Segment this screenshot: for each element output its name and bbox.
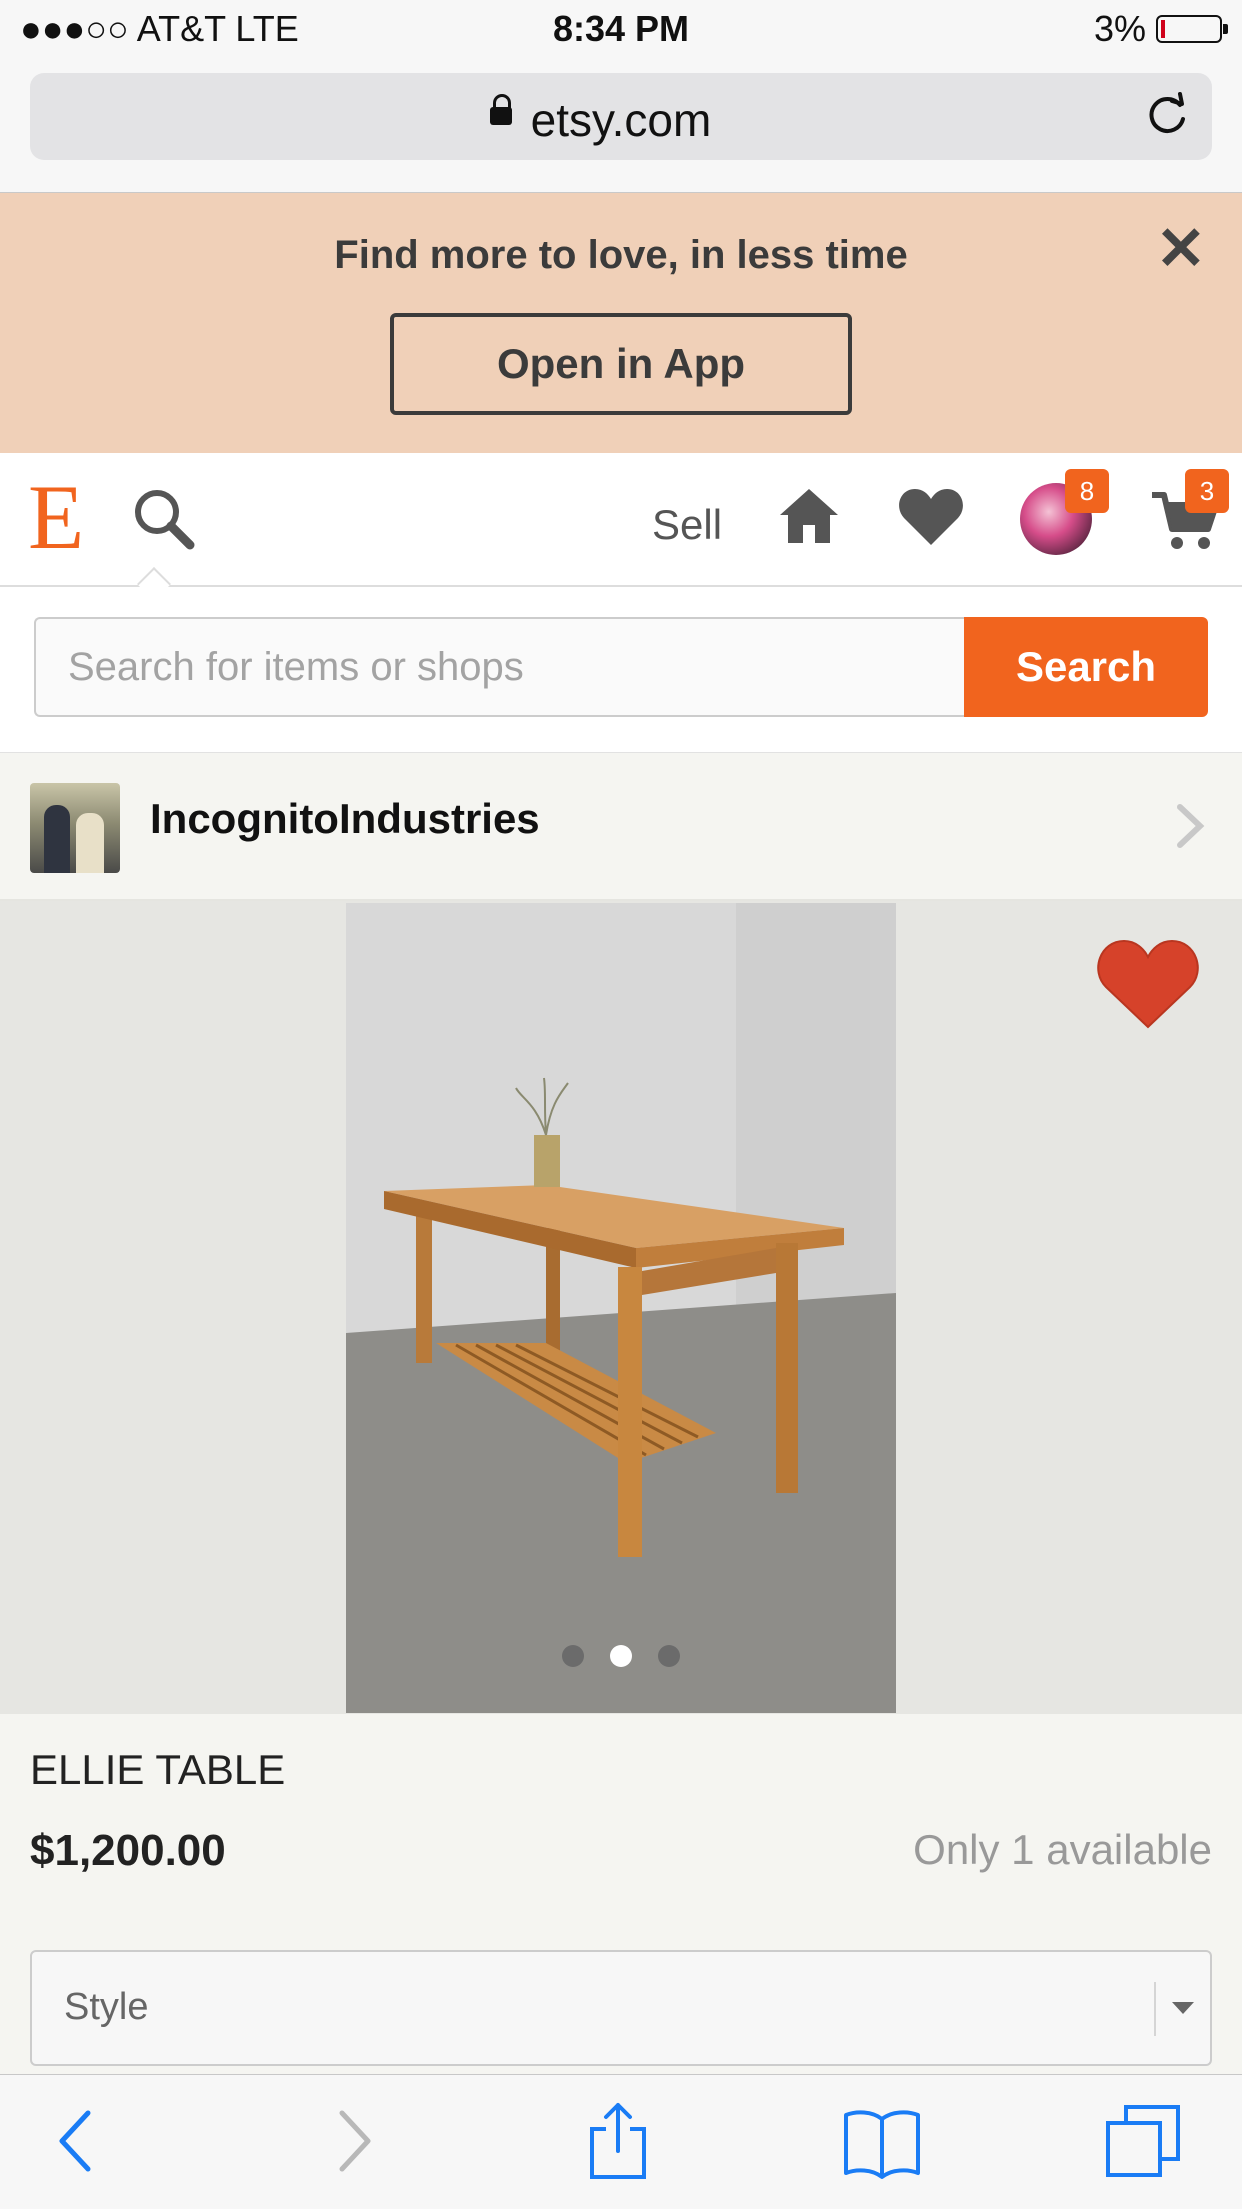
favorites-heart-icon[interactable] (896, 483, 966, 549)
cart-count-badge: 3 (1185, 469, 1229, 513)
search-icon[interactable] (130, 485, 200, 555)
search-input[interactable] (34, 617, 966, 717)
forward-icon[interactable] (314, 2101, 394, 2181)
etsy-logo[interactable]: E (28, 471, 84, 563)
favorite-heart-icon[interactable] (1096, 935, 1200, 1031)
chevron-right-icon (1177, 804, 1205, 848)
listing-photo[interactable] (346, 903, 896, 1713)
browser-toolbar (0, 2074, 1242, 2209)
home-icon[interactable] (776, 483, 842, 549)
url-text: etsy.com (530, 94, 712, 146)
tabs-icon[interactable] (1104, 2101, 1184, 2181)
shop-header[interactable]: IncognitoIndustries (0, 753, 1242, 901)
app-promo-banner: Find more to love, in less time ✕ Open i… (0, 193, 1242, 453)
gallery-pagination (0, 1645, 1242, 1667)
notification-badge: 8 (1065, 469, 1109, 513)
address-bar[interactable]: etsy.com (30, 73, 1212, 160)
site-header: E Sell 8 3 (0, 453, 1242, 601)
battery-percent: 3% (1093, 8, 1146, 49)
shop-name[interactable]: IncognitoIndustries (150, 795, 540, 843)
pagination-dot-active[interactable] (610, 1645, 632, 1667)
battery-indicator: 3% (1093, 8, 1228, 50)
status-bar: ●●●○○ AT&T LTE 8:34 PM 3% (0, 0, 1242, 62)
pagination-dot[interactable] (658, 1645, 680, 1667)
reload-icon[interactable] (1142, 89, 1192, 139)
listing-image-gallery (0, 901, 1242, 1714)
clock: 8:34 PM (552, 8, 690, 49)
listing-info: ELLIE TABLE $1,200.00 Only 1 available S… (0, 1714, 1242, 2074)
share-icon[interactable] (578, 2101, 658, 2181)
listing-title: ELLIE TABLE (30, 1746, 286, 1793)
open-in-app-button[interactable]: Open in App (390, 313, 852, 415)
back-icon[interactable] (38, 2101, 118, 2181)
bookmarks-icon[interactable] (842, 2101, 922, 2181)
availability-text: Only 1 available (913, 1826, 1212, 1873)
shop-avatar (30, 783, 120, 873)
banner-message: Find more to love, in less time (334, 233, 908, 277)
table-photo-illustration (346, 903, 896, 1713)
sell-link[interactable]: Sell (652, 501, 722, 549)
search-button[interactable]: Search (964, 617, 1208, 717)
browser-address-area: etsy.com (0, 62, 1242, 193)
battery-icon (1156, 15, 1228, 43)
style-select[interactable]: Style (30, 1950, 1212, 2066)
select-divider (1154, 1982, 1156, 2036)
close-icon[interactable]: ✕ (1156, 219, 1206, 279)
search-bar: Search (0, 587, 1242, 754)
pagination-dot[interactable] (562, 1645, 584, 1667)
style-select-label: Style (64, 1986, 149, 2028)
listing-price: $1,200.00 (30, 1826, 226, 1875)
chevron-down-icon (1172, 2002, 1194, 2014)
